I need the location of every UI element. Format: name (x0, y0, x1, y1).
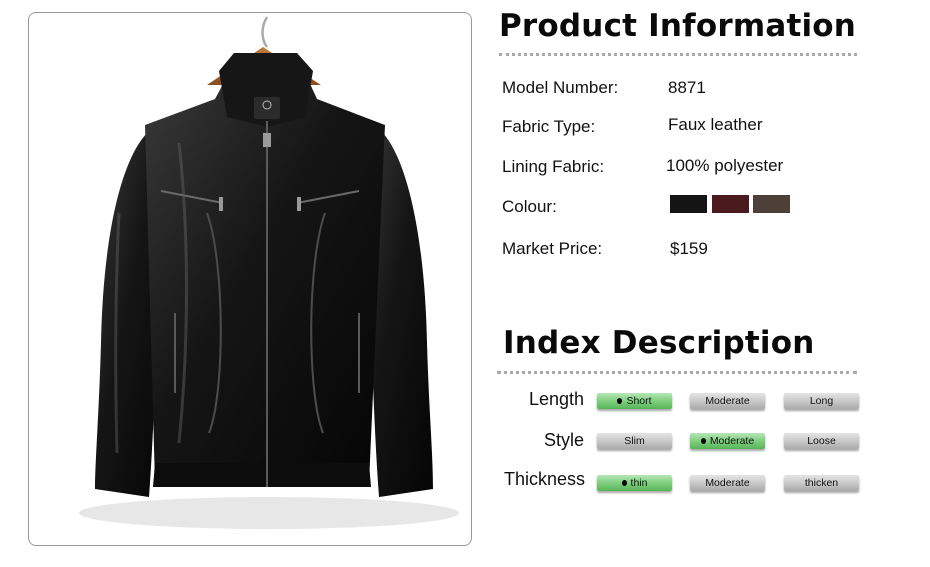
style-option-moderate[interactable]: Moderate (690, 433, 765, 449)
colour-label: Colour: (502, 197, 557, 216)
option-label: thicken (804, 477, 839, 489)
model-number-value: 8871 (668, 78, 706, 97)
length-option-moderate[interactable]: Moderate (690, 393, 765, 409)
colour-swatch-black[interactable] (670, 195, 707, 213)
style-label: Style (543, 430, 584, 450)
thickness-label: Thickness (504, 469, 586, 489)
fabric-type-label: Fabric Type: (502, 117, 596, 136)
option-label: Slim (624, 435, 645, 447)
colour-swatch-brown[interactable] (753, 195, 790, 213)
option-label: Moderate (705, 477, 750, 489)
jacket-image (79, 16, 459, 529)
lining-fabric-value: 100% polyester (666, 156, 784, 175)
style-option-slim[interactable]: Slim (597, 433, 672, 449)
option-label: Short (626, 395, 652, 407)
selected-dot-icon (700, 438, 706, 444)
product-info-divider (499, 53, 857, 56)
thickness-option-thicken[interactable]: thicken (784, 475, 859, 491)
option-label: Long (809, 395, 834, 407)
option-label: Moderate (709, 435, 755, 447)
style-option-loose[interactable]: Loose (784, 433, 859, 449)
colour-swatch-burgundy[interactable] (712, 195, 749, 213)
length-option-long[interactable]: Long (784, 393, 859, 409)
option-label: Moderate (705, 395, 750, 407)
length-option-short[interactable]: Short (597, 393, 672, 409)
lining-fabric-label: Lining Fabric: (502, 157, 605, 176)
selected-dot-icon (621, 480, 627, 486)
index-description-title: Index Description (503, 325, 815, 361)
index-description-divider (497, 371, 857, 374)
thickness-option-thin[interactable]: thin (597, 475, 672, 491)
fabric-type-value: Faux leather (668, 115, 763, 134)
market-price-label: Market Price: (502, 239, 603, 258)
length-label: Length (528, 389, 584, 409)
option-label: Loose (807, 435, 836, 447)
product-photo (28, 12, 472, 546)
selected-dot-icon (617, 398, 623, 404)
market-price-value: $159 (670, 239, 708, 258)
model-number-label: Model Number: (502, 78, 619, 97)
product-info-title: Product Information (499, 8, 857, 44)
thickness-option-moderate[interactable]: Moderate (690, 475, 765, 491)
option-label: thin (630, 477, 648, 489)
